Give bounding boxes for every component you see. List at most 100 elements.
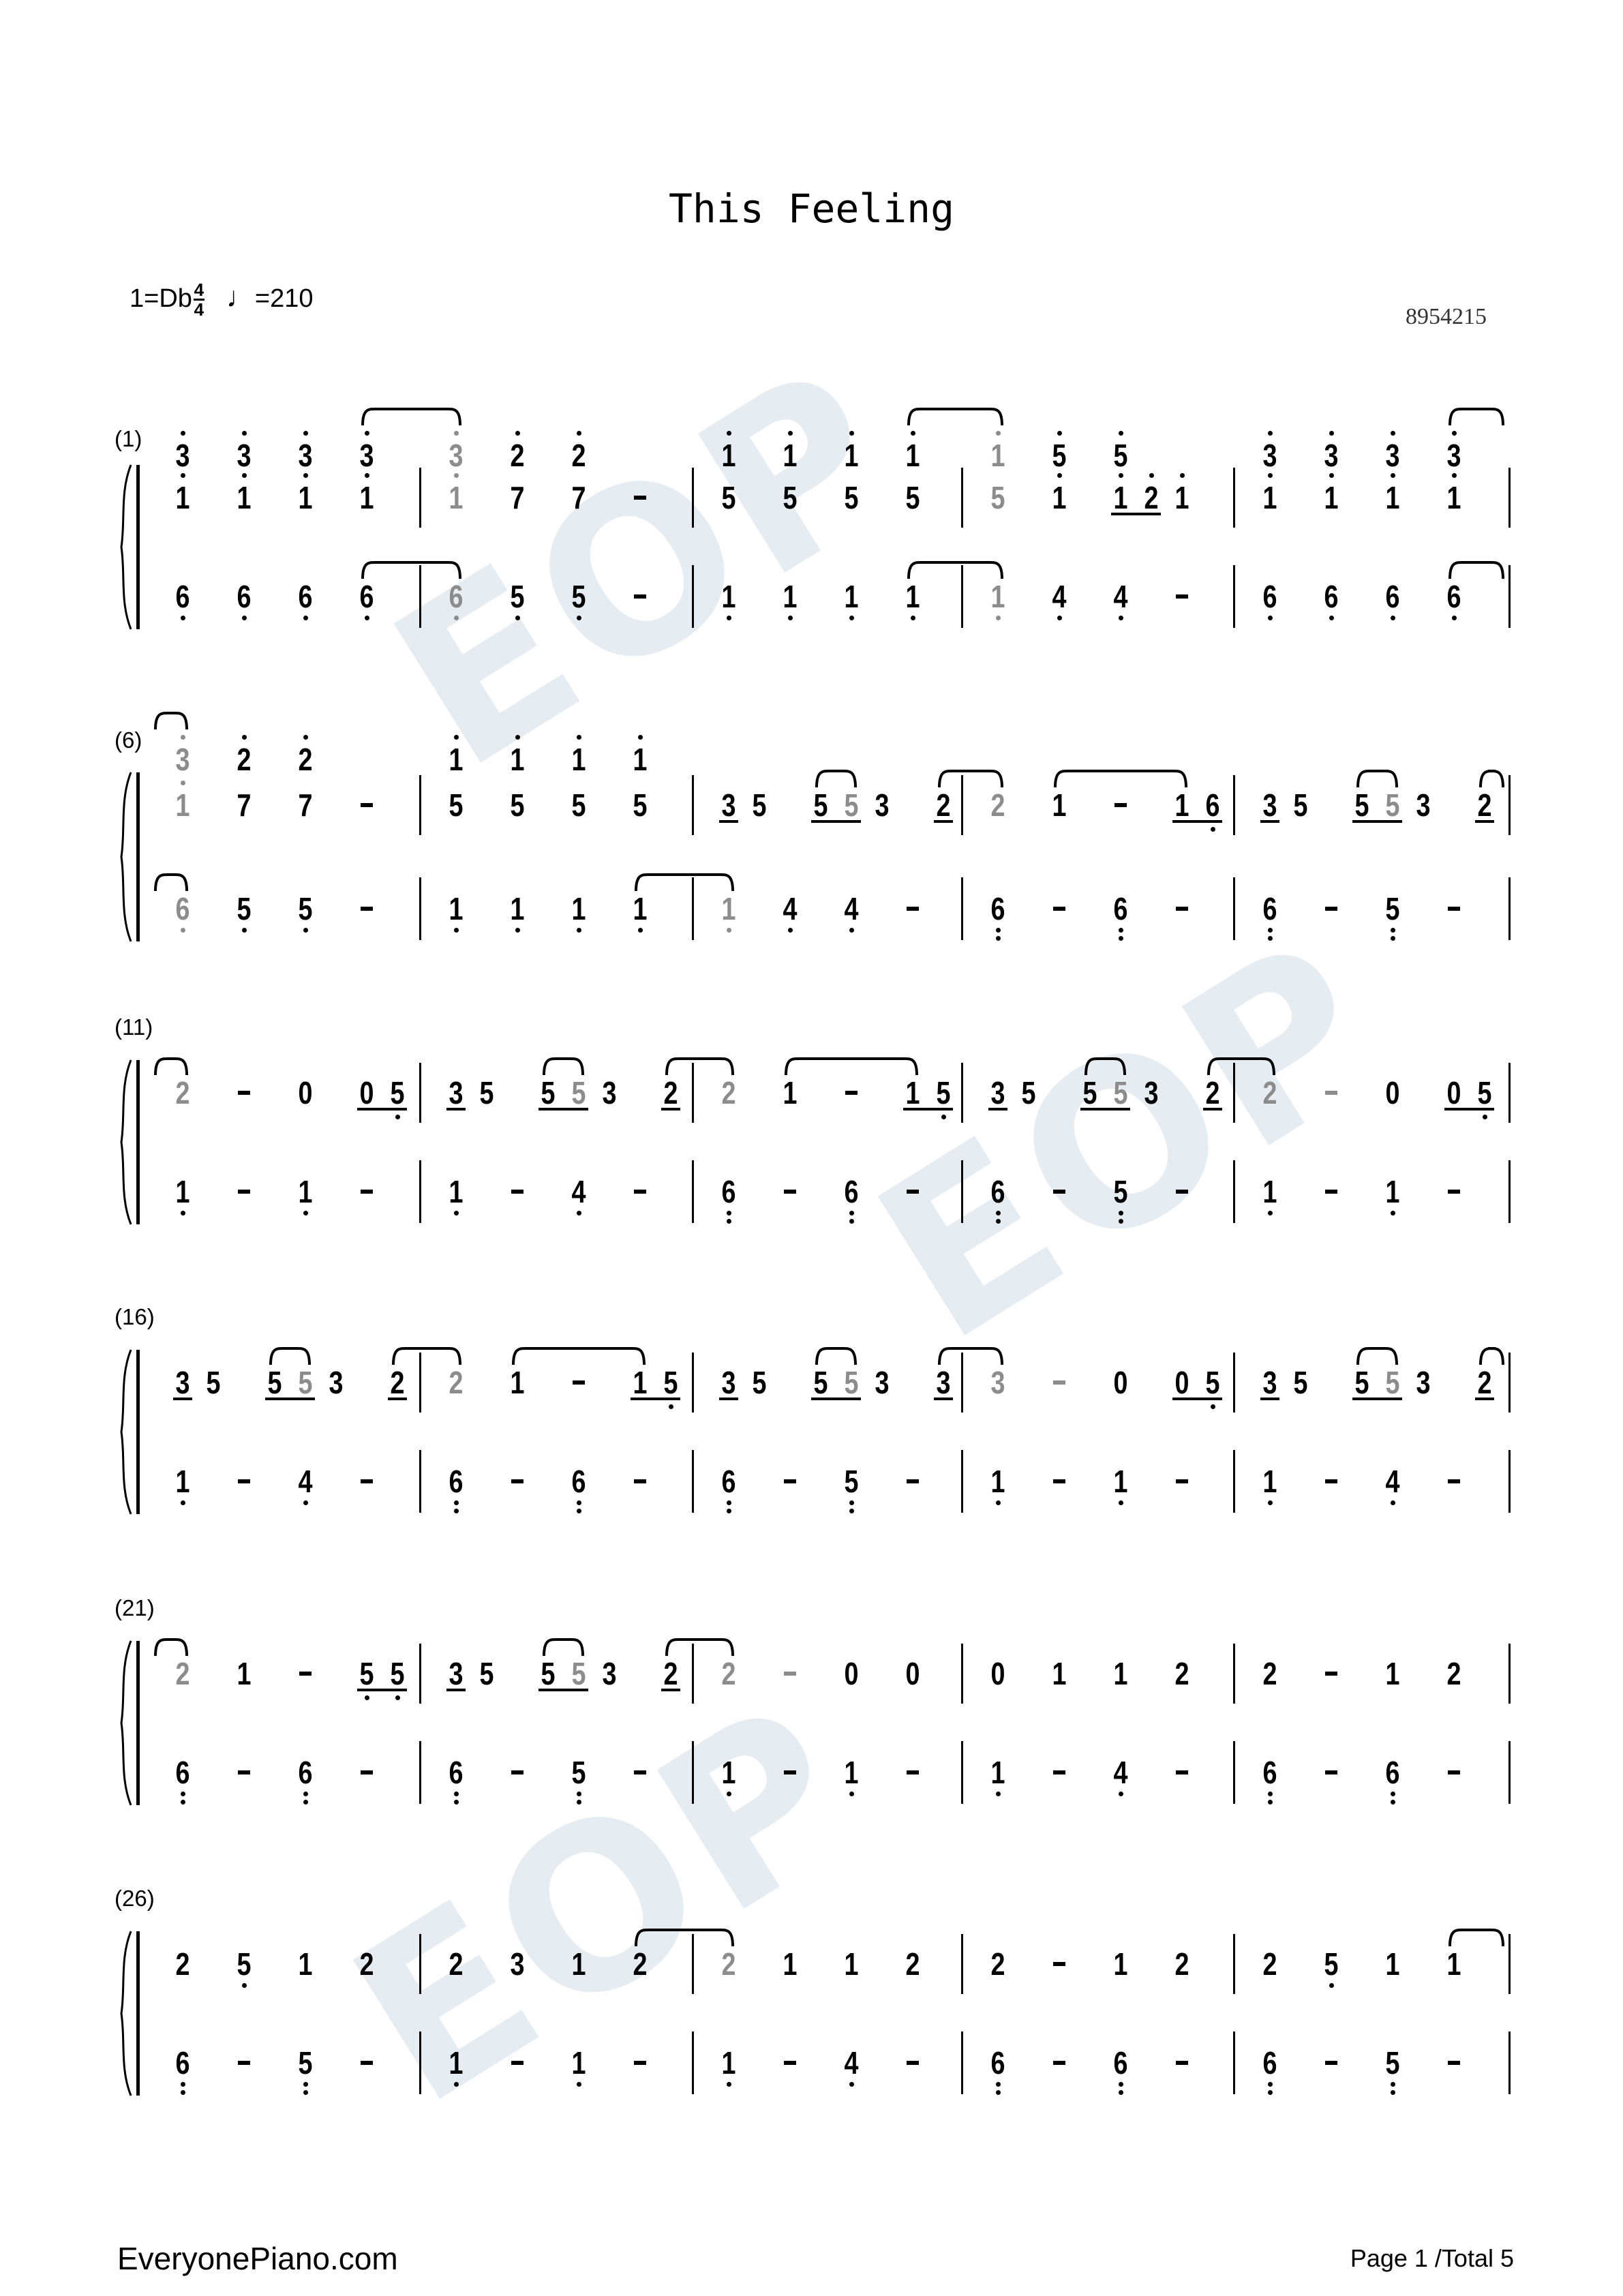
note: 6	[449, 1755, 464, 1790]
note: 6	[1262, 579, 1277, 614]
barline	[419, 565, 421, 628]
note: 1	[783, 438, 798, 473]
octave-dot-below	[303, 1500, 308, 1505]
note: 0	[1113, 1365, 1128, 1400]
note: 1	[1113, 1656, 1128, 1691]
note: 5	[844, 1464, 859, 1499]
note: 5	[844, 787, 859, 823]
eighth-underline	[1475, 820, 1494, 823]
octave-dot-below	[727, 928, 731, 933]
note: 2	[1262, 1656, 1277, 1691]
dash-hold	[784, 1672, 796, 1676]
note: 6	[175, 1755, 190, 1790]
barline	[1508, 1063, 1511, 1123]
note: 1	[905, 579, 920, 614]
measure-number: (21)	[115, 1595, 155, 1620]
slur	[543, 1637, 584, 1657]
barline	[692, 565, 694, 628]
site-link[interactable]: EveryonePiano.com	[117, 2240, 398, 2277]
note: 4	[783, 891, 798, 926]
barline	[1233, 1160, 1235, 1223]
octave-dot-below	[996, 1211, 1001, 1215]
octave-dot-above	[181, 735, 185, 740]
note: 5	[1021, 1075, 1036, 1111]
note: 1	[844, 1755, 859, 1790]
barline	[1233, 565, 1235, 628]
slur	[815, 769, 857, 788]
note: 5	[633, 787, 648, 823]
note: 3	[602, 1656, 617, 1691]
octave-dot-below	[727, 1219, 731, 1224]
note: 1	[721, 2045, 736, 2081]
octave-dot-below	[941, 1115, 946, 1119]
dash-hold	[1176, 594, 1188, 599]
barline	[692, 468, 694, 528]
measure-number: (1)	[115, 426, 142, 451]
note: 3	[449, 1075, 464, 1111]
octave-dot-above	[1180, 473, 1185, 478]
note: 6	[298, 579, 313, 614]
dash-hold	[1176, 1479, 1188, 1483]
octave-dot-below	[1268, 616, 1273, 620]
note: 6	[1113, 2045, 1128, 2081]
octave-dot-above	[1268, 431, 1273, 436]
octave-dot-below	[996, 928, 1001, 933]
octave-dot-below	[849, 1792, 854, 1796]
octave-dot-below	[181, 928, 185, 933]
octave-dot-below	[1329, 1983, 1334, 1988]
octave-dot-below	[996, 2082, 1001, 2087]
octave-dot-below	[181, 1800, 185, 1804]
octave-dot-above	[303, 473, 308, 478]
note: 1	[1174, 787, 1189, 823]
system-line	[136, 772, 140, 941]
octave-dot-below	[454, 1211, 459, 1215]
note: 6	[990, 2045, 1005, 2081]
octave-dot-above	[996, 431, 1001, 436]
slur	[1448, 560, 1504, 579]
note: 1	[175, 787, 190, 823]
note: 3	[875, 1365, 890, 1400]
octave-dot-below	[849, 1211, 854, 1215]
note: 5	[1385, 1365, 1400, 1400]
octave-dot-above	[638, 735, 643, 740]
octave-dot-below	[1391, 928, 1395, 933]
note: 6	[844, 1174, 859, 1209]
note: 4	[844, 2045, 859, 2081]
octave-dot-below	[996, 2090, 1001, 2095]
octave-dot-below	[1329, 616, 1334, 620]
barline	[419, 877, 421, 940]
note: 0	[1174, 1365, 1189, 1400]
octave-dot-below	[1119, 936, 1123, 941]
note: 7	[571, 480, 586, 515]
slur-continued	[154, 1057, 188, 1076]
octave-dot-below	[1211, 1404, 1215, 1409]
measure-number: (16)	[115, 1304, 155, 1329]
octave-dot-below	[1391, 2082, 1395, 2087]
octave-dot-below	[303, 1800, 308, 1804]
octave-dot-below	[303, 2090, 308, 2095]
eighth-underline	[934, 1398, 953, 1400]
note: 4	[298, 1464, 313, 1499]
octave-dot-above	[911, 431, 915, 436]
note: 1	[844, 1946, 859, 1982]
dash-hold	[1053, 1190, 1065, 1194]
slur	[1479, 1346, 1504, 1365]
note: 5	[237, 891, 252, 926]
brace	[120, 1059, 132, 1225]
note: 1	[905, 1075, 920, 1111]
note: 2	[1174, 1656, 1189, 1691]
note: 5	[298, 1365, 313, 1400]
note: 6	[1113, 891, 1128, 926]
system-line	[136, 1641, 140, 1805]
octave-dot-below	[849, 1219, 854, 1224]
note: 2	[1477, 1365, 1492, 1400]
note: 1	[1262, 1174, 1277, 1209]
note: 6	[1324, 579, 1339, 614]
octave-dot-above	[242, 473, 247, 478]
note: 6	[990, 891, 1005, 926]
dash-hold	[238, 1479, 250, 1483]
note: 3	[175, 438, 190, 473]
octave-dot-below	[515, 928, 520, 933]
octave-dot-below	[1391, 936, 1395, 941]
dash-hold	[1114, 803, 1127, 807]
